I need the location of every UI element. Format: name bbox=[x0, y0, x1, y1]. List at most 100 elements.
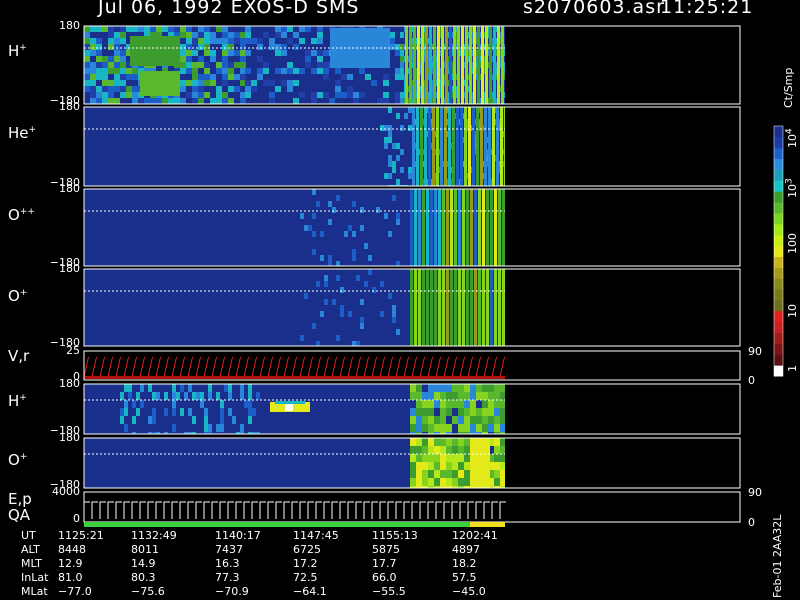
species-charge: + bbox=[19, 43, 27, 53]
spectrogram-cell bbox=[440, 424, 446, 432]
spectrogram-cell bbox=[440, 392, 446, 400]
spectrogram-cell bbox=[275, 68, 281, 74]
spectrogram-cell bbox=[410, 478, 416, 486]
spectrogram-cell bbox=[204, 80, 210, 86]
spectrogram-cell bbox=[458, 470, 464, 478]
spectrogram-cell bbox=[293, 98, 299, 104]
spectrogram-cell bbox=[470, 400, 476, 408]
spectrogram-cell bbox=[136, 392, 140, 400]
spectrogram-cell bbox=[228, 392, 232, 400]
footer-cell: 8448 bbox=[58, 543, 86, 556]
spectrogram-cell bbox=[228, 408, 232, 416]
colorbar-swatch bbox=[774, 343, 783, 355]
spectrogram-cell bbox=[102, 62, 108, 68]
spectrogram-cell bbox=[482, 384, 488, 392]
spectrogram-cell bbox=[192, 50, 198, 56]
spectrogram-cell bbox=[222, 62, 228, 68]
spectrogram-cell bbox=[470, 408, 476, 416]
spectrogram-cell bbox=[405, 26, 408, 104]
spectrogram-cell bbox=[446, 478, 452, 486]
spectrogram-cell bbox=[490, 189, 493, 266]
spectrogram-cell bbox=[444, 107, 447, 186]
spectrogram-cell bbox=[388, 173, 392, 179]
spectrogram-cell bbox=[482, 269, 485, 346]
spectrogram-cell bbox=[341, 74, 347, 80]
spectrogram-cell bbox=[120, 32, 126, 38]
spectrogram-cell bbox=[222, 56, 228, 62]
spectrogram-cell bbox=[220, 424, 224, 432]
spectrogram-cell bbox=[180, 50, 186, 56]
spectrogram-cell bbox=[400, 56, 404, 62]
spectrogram-cell bbox=[96, 44, 102, 50]
spectrogram-cell bbox=[222, 80, 228, 86]
spectrogram-cell bbox=[410, 269, 413, 346]
spectrogram-cell bbox=[130, 36, 180, 66]
spectrogram-cell bbox=[323, 50, 329, 56]
spectrogram-cell bbox=[470, 384, 476, 392]
spectrogram-cell bbox=[204, 74, 210, 80]
spectrogram-cell bbox=[300, 213, 304, 219]
y-tick-label: 25 bbox=[66, 344, 80, 357]
spectrogram-cell bbox=[192, 92, 198, 98]
y-tick-label: 180 bbox=[59, 182, 80, 195]
spectrogram-cell bbox=[336, 275, 340, 281]
colorbar-swatch bbox=[774, 245, 783, 257]
spectrogram-cell bbox=[384, 137, 388, 143]
spectrogram-cell bbox=[400, 167, 404, 173]
panel-label: O++ bbox=[8, 206, 35, 224]
y-tick-label: 180 bbox=[59, 377, 80, 390]
spectrogram-figure: Jul 06, 1992 EXOS-D SMS s2070603.asr 11:25… bbox=[0, 0, 800, 600]
spectrogram-cell bbox=[84, 44, 90, 50]
spectrogram-cell bbox=[476, 416, 482, 424]
spectrogram-cell bbox=[84, 32, 90, 38]
spectrogram-cell bbox=[114, 50, 120, 56]
spectrogram-cell bbox=[396, 143, 400, 149]
spectrogram-cell bbox=[485, 26, 488, 104]
spectrogram-cell bbox=[126, 86, 132, 92]
spectrogram-cell bbox=[222, 98, 228, 104]
spectrogram-cell bbox=[408, 167, 412, 173]
spectrogram-cell bbox=[299, 38, 305, 44]
spectrogram-cell bbox=[192, 68, 198, 74]
spectrogram-cell bbox=[488, 384, 494, 392]
spectrogram-cell bbox=[305, 50, 311, 56]
spectrogram-cell bbox=[108, 56, 114, 62]
spectrogram-cell bbox=[473, 26, 476, 104]
spectrogram-cell bbox=[287, 26, 293, 32]
spectrogram-cell bbox=[228, 32, 234, 38]
species-charge: + bbox=[19, 288, 28, 298]
footer-cell: 66.0 bbox=[372, 571, 397, 584]
species-charge: + bbox=[19, 393, 27, 403]
spectrogram-cell bbox=[458, 189, 461, 266]
colorbar-tick-label: 1 bbox=[786, 365, 799, 372]
spectrogram-cell bbox=[352, 255, 356, 261]
spectrogram-cell bbox=[383, 74, 389, 80]
spectrogram-cell bbox=[494, 269, 497, 346]
spectrogram-cell bbox=[434, 424, 440, 432]
spectrogram-cell bbox=[440, 470, 446, 478]
spectrogram-cell bbox=[172, 392, 176, 400]
spectrogram-cell bbox=[234, 50, 240, 56]
spectrogram-cell bbox=[384, 125, 388, 131]
spectrogram-cell bbox=[383, 92, 389, 98]
spectrogram-cell bbox=[287, 62, 293, 68]
spectrogram-cell bbox=[470, 269, 473, 346]
spectrogram-cell bbox=[392, 311, 396, 317]
footer-cell: 1132:49 bbox=[131, 529, 177, 542]
spectrogram-cell bbox=[210, 50, 216, 56]
spectrogram-cell bbox=[140, 400, 144, 408]
spectrogram-cell bbox=[464, 438, 470, 446]
colorbar-tick-base: 10 bbox=[786, 184, 799, 198]
spectrogram-cell bbox=[192, 416, 196, 424]
footer-row-label: InLat bbox=[21, 571, 49, 584]
spectrogram-cell bbox=[198, 44, 204, 50]
spectrogram-cell bbox=[220, 408, 224, 416]
spectrogram-cell bbox=[336, 195, 340, 201]
spectrogram-cell bbox=[186, 68, 192, 74]
footer-cell: −45.0 bbox=[452, 585, 486, 598]
spectrogram-cell bbox=[452, 446, 458, 454]
spectrogram-cell bbox=[396, 329, 400, 335]
spectrogram-cell bbox=[408, 107, 412, 113]
spectrogram-cell bbox=[452, 478, 458, 486]
spectrogram-cell bbox=[204, 424, 208, 432]
